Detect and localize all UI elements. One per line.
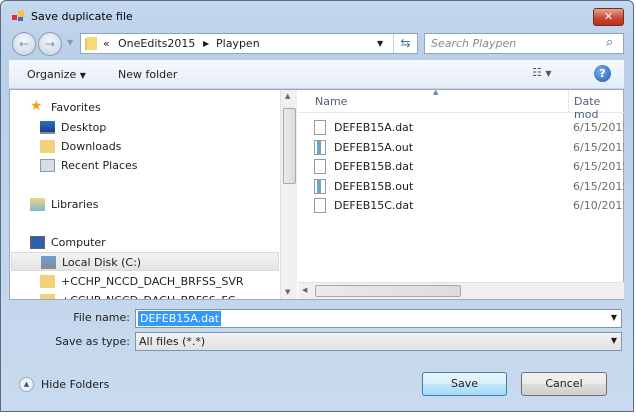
recent-places-icon [40, 159, 55, 172]
folder-icon [40, 275, 55, 288]
app-icon [12, 11, 24, 21]
save-button[interactable]: Save [422, 372, 507, 396]
window-title: Save duplicate file [31, 10, 133, 23]
nav-libraries[interactable]: Libraries [10, 195, 280, 214]
forward-button[interactable]: → [38, 32, 62, 56]
dat-file-icon [314, 198, 326, 213]
save-form: File name: DEFEB15A.dat ▼ Save as type: … [9, 300, 624, 410]
chevron-down-icon: ▼ [79, 71, 86, 80]
column-header: Name ▲ Date mod [298, 90, 624, 121]
address-bar[interactable]: « OneEdits2015 ▶ Playpen ▼ ⇆ [80, 33, 418, 54]
file-name-value: DEFEB15A.dat [138, 311, 222, 326]
nav-label: Libraries [51, 198, 99, 211]
nav-scrollbar[interactable]: ▲ ▼ [280, 90, 297, 299]
browser-pane: ★ Favorites Desktop Downloads Recent Plac… [9, 89, 624, 300]
libraries-icon [30, 198, 45, 211]
star-icon: ★ [30, 98, 43, 114]
navigation-pane: ★ Favorites Desktop Downloads Recent Plac… [10, 90, 297, 299]
nav-local-disk[interactable]: Local Disk (C:) [11, 252, 279, 271]
scroll-left-icon[interactable]: ◀ [302, 286, 307, 294]
search-placeholder: Search Playpen [431, 37, 517, 50]
downloads-icon [40, 140, 55, 153]
column-name[interactable]: Name [315, 95, 347, 108]
nav-label: Recent Places [61, 159, 138, 172]
hide-folders-label: Hide Folders [41, 378, 110, 391]
address-overflow[interactable]: « [103, 37, 110, 50]
file-name: DEFEB15B.dat [334, 160, 414, 173]
nav-label: Desktop [61, 121, 107, 134]
nav-scroll-thumb[interactable] [283, 108, 296, 184]
file-name-dropdown-icon[interactable]: ▼ [611, 313, 617, 322]
file-name: DEFEB15A.dat [334, 121, 414, 134]
nav-label: +CCHP_NCCD_DACH_BRFSS_FC [61, 291, 235, 299]
search-input[interactable]: Search Playpen ⌕ [424, 33, 624, 54]
breadcrumb-playpen[interactable]: Playpen [216, 37, 260, 50]
nav-label: Computer [51, 236, 106, 249]
nav-desktop[interactable]: Desktop [10, 118, 280, 137]
dat-file-icon [314, 120, 326, 135]
out-file-icon [314, 139, 326, 155]
back-button[interactable]: ← [12, 32, 36, 56]
file-date: 6/15/2015 [573, 121, 624, 134]
file-row[interactable]: DEFEB15A.out 6/15/2015 [298, 138, 624, 157]
desktop-icon [40, 121, 55, 134]
folder-icon [40, 294, 55, 299]
out-file-icon [314, 178, 326, 194]
nav-computer[interactable]: Computer [10, 233, 280, 252]
save-as-type-value: All files (*.*) [139, 335, 206, 348]
save-as-type-select[interactable]: All files (*.*) ▼ [135, 332, 622, 351]
nav-label: Favorites [51, 101, 101, 114]
dat-file-icon [314, 159, 326, 174]
search-icon[interactable]: ⌕ [606, 35, 613, 50]
cancel-button[interactable]: Cancel [521, 372, 607, 396]
save-as-type-dropdown-icon[interactable]: ▼ [611, 336, 617, 345]
file-row[interactable]: DEFEB15B.out 6/15/2015 [298, 177, 624, 196]
horizontal-scroll-thumb[interactable] [315, 285, 461, 297]
computer-icon [30, 236, 45, 249]
recent-pages-dropdown[interactable]: ▼ [67, 38, 73, 47]
file-date: 6/15/2015 [573, 140, 624, 154]
file-row[interactable]: DEFEB15B.dat 6/15/2015 [298, 157, 624, 176]
view-options-icon[interactable]: ☷ ▼ [532, 66, 552, 79]
local-disk-icon [41, 256, 56, 269]
new-folder-button[interactable]: New folder [118, 68, 177, 81]
file-name: DEFEB15A.out [334, 140, 414, 154]
file-list: Name ▲ Date mod DEFEB15A.dat 6/15/2015 DEF… [298, 90, 624, 299]
file-name-input[interactable]: DEFEB15A.dat ▼ [135, 309, 622, 328]
organize-label: Organize [27, 68, 77, 81]
scroll-up-icon[interactable]: ▲ [285, 92, 290, 100]
toolbar: Organize ▼ New folder ☷ ▼ ? [9, 60, 624, 89]
collapse-icon: ▲ [19, 377, 34, 392]
breadcrumb-oneedits2015[interactable]: OneEdits2015 [118, 37, 195, 50]
scroll-down-icon[interactable]: ▼ [285, 288, 290, 296]
nav-label: Downloads [61, 140, 122, 153]
file-date: 6/15/2015 [573, 160, 624, 173]
file-date: 6/10/2015 [573, 199, 624, 212]
file-row[interactable]: DEFEB15C.dat 6/10/2015 [298, 196, 624, 215]
close-button[interactable]: ✕ [593, 8, 624, 26]
nav-label: +CCHP_NCCD_DACH_BRFSS_SVR [61, 275, 244, 288]
organize-button[interactable]: Organize ▼ [27, 68, 86, 81]
file-name: DEFEB15B.out [334, 179, 414, 193]
breadcrumb-separator-icon[interactable]: ▶ [203, 39, 209, 48]
folder-icon [85, 37, 97, 50]
horizontal-scrollbar[interactable]: ◀ [298, 282, 624, 299]
nav-folder-fc[interactable]: +CCHP_NCCD_DACH_BRFSS_FC [10, 291, 280, 299]
nav-folder-svr[interactable]: +CCHP_NCCD_DACH_BRFSS_SVR [10, 272, 280, 291]
nav-recent-places[interactable]: Recent Places [10, 156, 280, 175]
file-row[interactable]: DEFEB15A.dat 6/15/2015 [298, 118, 624, 137]
help-icon[interactable]: ? [594, 65, 611, 82]
sort-ascending-icon: ▲ [433, 90, 439, 96]
file-name-label: File name: [73, 311, 130, 324]
nav-favorites[interactable]: ★ Favorites [10, 98, 280, 117]
save-as-type-label: Save as type: [55, 335, 130, 348]
nav-label: Local Disk (C:) [62, 256, 142, 269]
column-divider[interactable] [568, 90, 569, 113]
file-date: 6/15/2015 [573, 179, 624, 193]
nav-downloads[interactable]: Downloads [10, 137, 280, 156]
address-dropdown-icon[interactable]: ▼ [377, 39, 383, 48]
file-name: DEFEB15C.dat [334, 199, 414, 212]
refresh-button[interactable]: ⇆ [393, 34, 417, 53]
